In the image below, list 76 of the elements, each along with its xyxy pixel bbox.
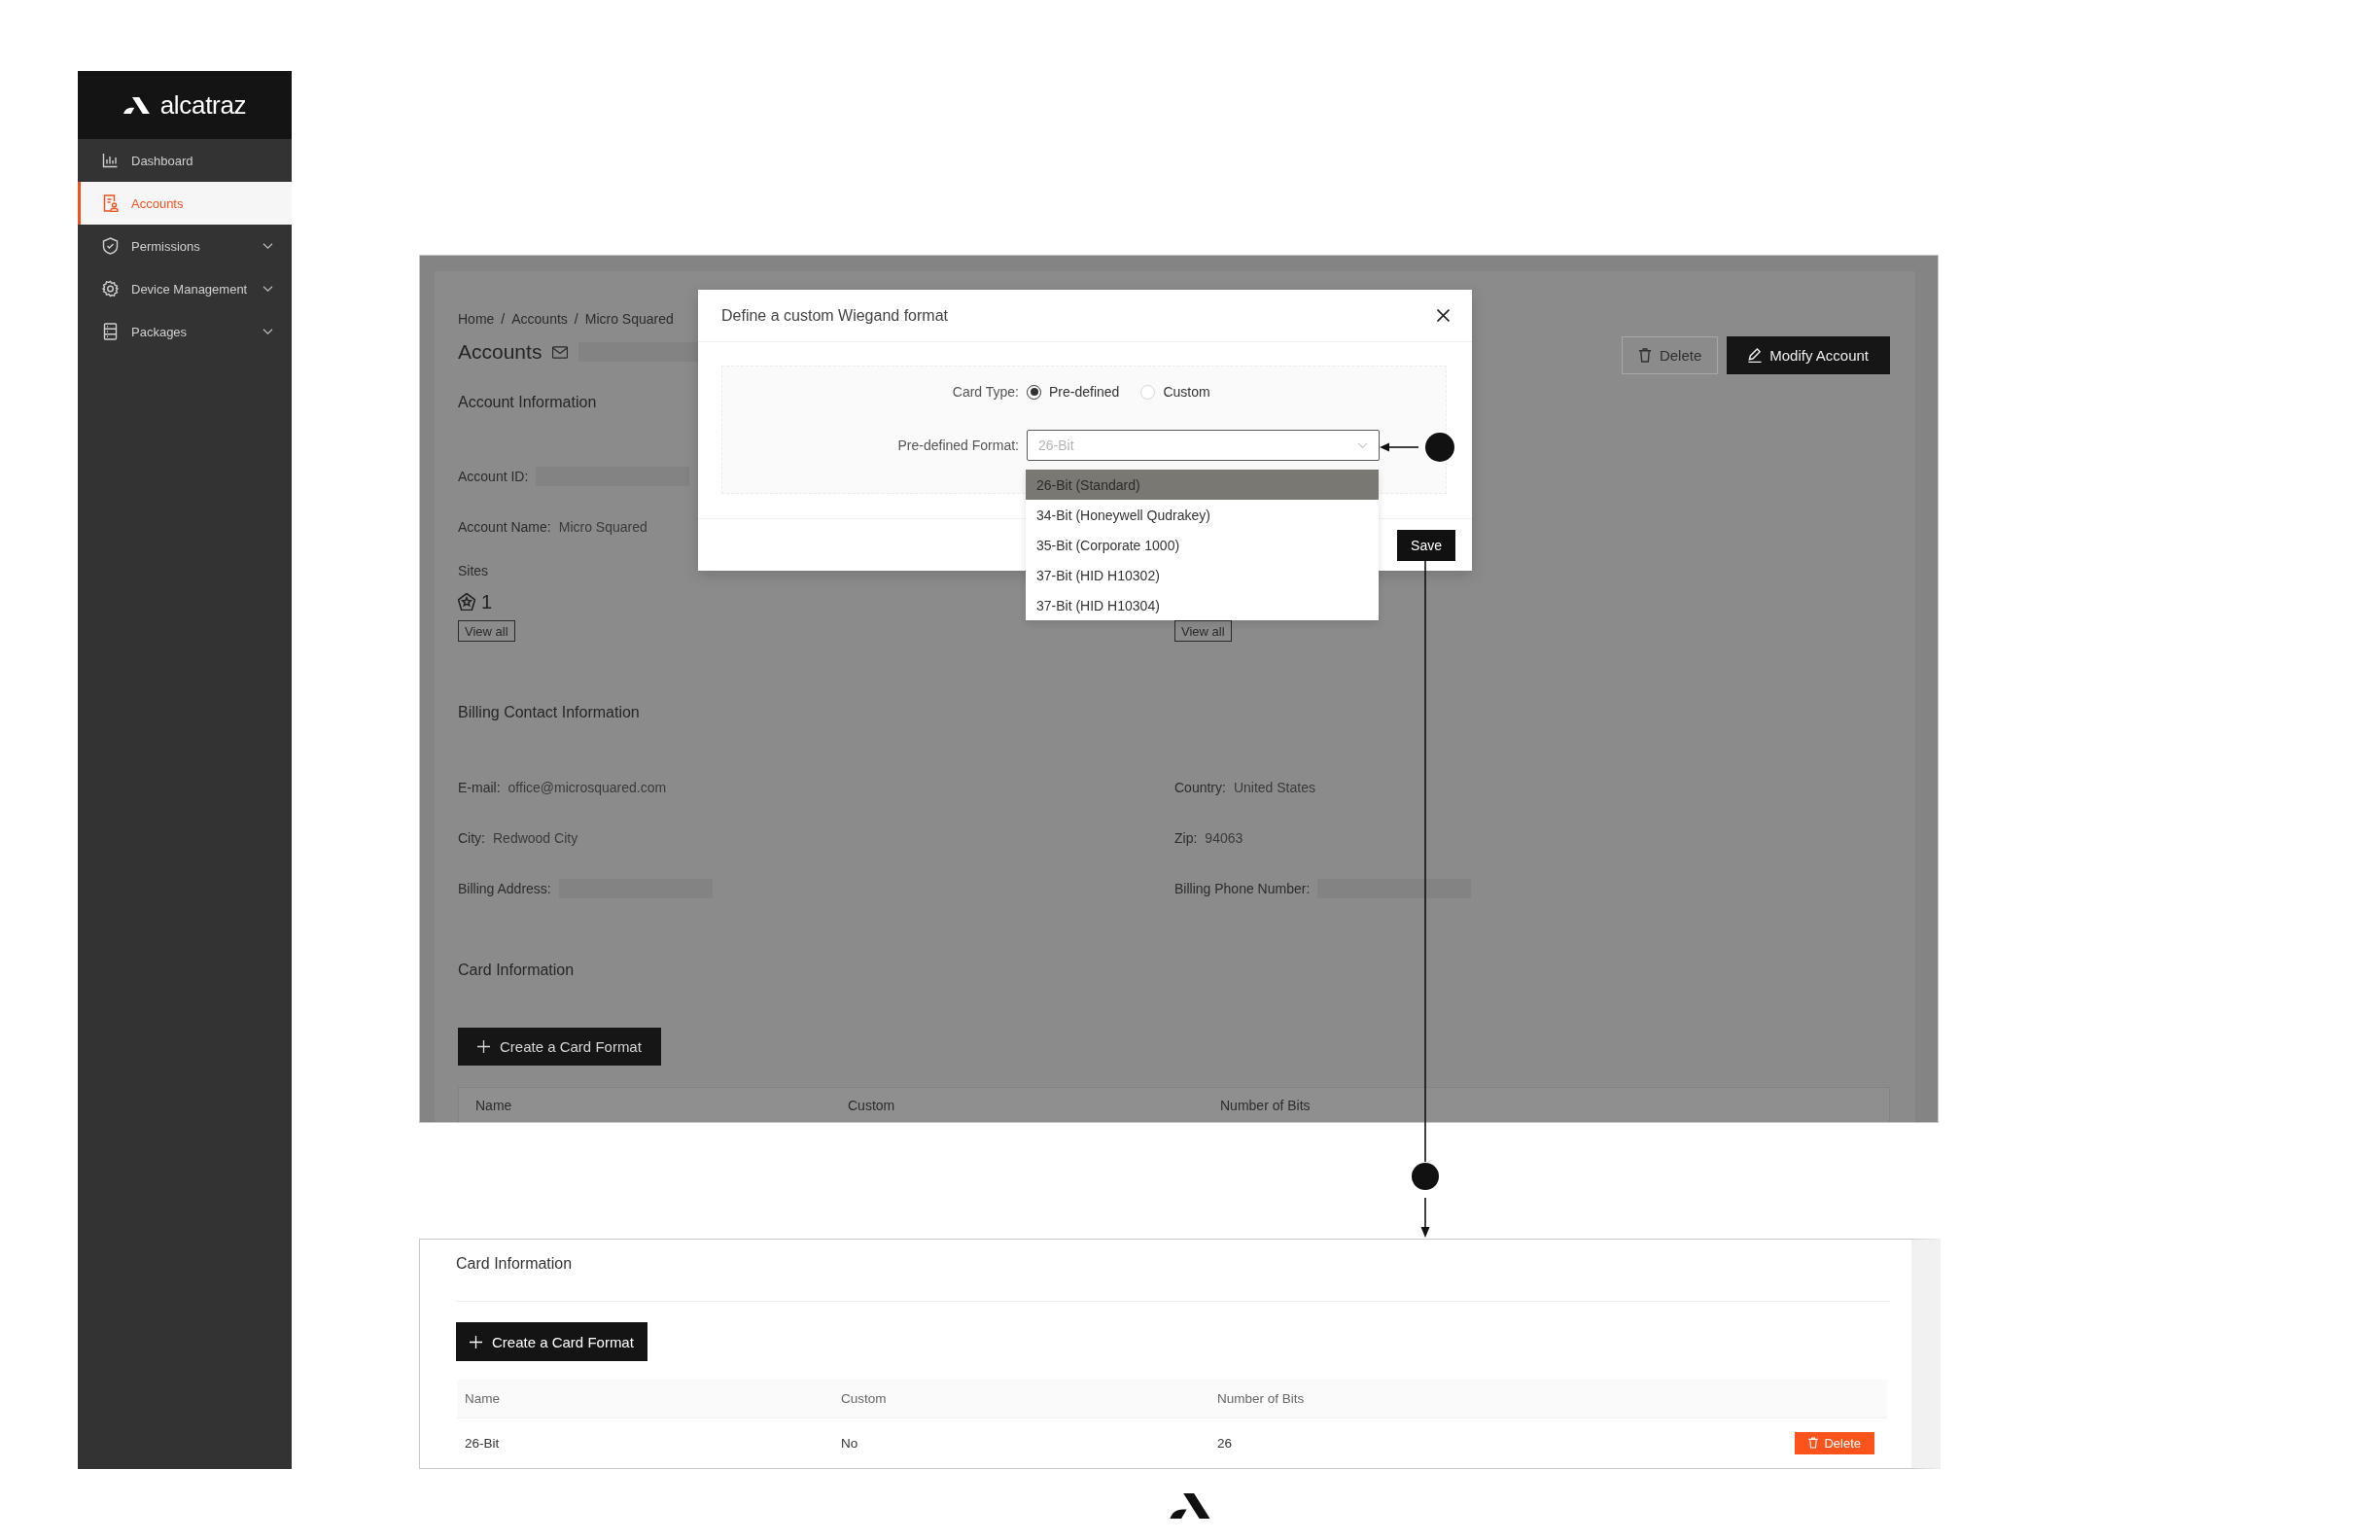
trash-icon: [1637, 348, 1652, 363]
shield-check-icon: [102, 237, 119, 255]
field-label: Account ID:: [458, 469, 529, 484]
dropdown-option[interactable]: 37-Bit (HID H10302): [1026, 560, 1379, 590]
field-label: Zip:: [1174, 830, 1198, 846]
dropdown-option[interactable]: 37-Bit (HID H10304): [1026, 590, 1379, 620]
page-title: Accounts: [458, 339, 542, 365]
field-label: Sites: [458, 562, 489, 580]
plus-icon: [477, 1040, 490, 1053]
dropdown-option[interactable]: 34-Bit (Honeywell Qudrakey): [1026, 500, 1379, 530]
field-label: Billing Address:: [458, 881, 551, 896]
field-label: Pre-defined Format:: [897, 438, 1019, 453]
field-label: Card Type:: [952, 384, 1019, 400]
table-cell: No: [841, 1435, 858, 1451]
column-header: Number of Bits: [1217, 1391, 1305, 1406]
section-heading: Card Information: [456, 1254, 573, 1274]
breadcrumb-link[interactable]: Home: [458, 308, 495, 330]
brand-name: alcatraz: [159, 90, 247, 120]
column-header: Number of Bits: [1220, 1098, 1311, 1113]
chevron-down-icon: [1357, 442, 1368, 448]
radio-option[interactable]: Pre-defined: [1027, 384, 1120, 400]
table-cell: 26-Bit: [465, 1435, 500, 1451]
breadcrumb-separator: /: [574, 310, 578, 329]
column-header: Custom: [841, 1391, 887, 1406]
table-cell: 26: [1217, 1435, 1233, 1451]
bar-chart-icon: [102, 152, 119, 169]
callout-dot-icon: [1425, 433, 1454, 462]
sidebar-item[interactable]: Device Management: [78, 267, 292, 310]
field-value: office@microsquared.com: [508, 780, 667, 795]
view-all-button[interactable]: View all: [1174, 620, 1232, 642]
field-label: E-mail:: [458, 780, 501, 795]
gear-icon: [102, 280, 119, 298]
section-heading: Account Information: [458, 393, 597, 412]
document-user-icon: [102, 194, 119, 212]
section-heading: Card Information: [458, 961, 575, 980]
server-icon: [102, 323, 119, 340]
field-value: Redwood City: [493, 830, 578, 846]
callout-arrow: [1420, 1197, 1430, 1238]
callout-dot-icon: [1412, 1163, 1439, 1190]
field-label: Account Name:: [458, 519, 551, 535]
dropdown-option[interactable]: 35-Bit (Corporate 1000): [1026, 530, 1379, 560]
field-value: Micro Squared: [558, 519, 648, 535]
pencil-icon: [1748, 348, 1763, 363]
breadcrumb-link[interactable]: Accounts: [511, 308, 568, 330]
modify-button[interactable]: Modify Account: [1727, 336, 1890, 374]
view-all-button[interactable]: View all: [458, 620, 515, 642]
brand-logo-icon: [122, 96, 150, 114]
trash-icon: [1808, 1437, 1819, 1449]
radio-option[interactable]: Custom: [1140, 384, 1210, 400]
callout-arrow: [1380, 442, 1419, 452]
create-card-format-button[interactable]: Create a Card Format: [456, 1322, 648, 1361]
radio-button[interactable]: [1027, 384, 1041, 400]
field-value: 94063: [1205, 830, 1243, 846]
create-card-format-button[interactable]: Create a Card Format: [458, 1028, 661, 1066]
section-heading: Billing Contact Information: [458, 703, 640, 722]
breadcrumb-link[interactable]: Micro Squared: [584, 308, 674, 330]
plus-icon: [470, 1335, 482, 1348]
field-label: Country:: [1174, 780, 1226, 795]
brand-logo-icon: [1169, 1493, 1211, 1519]
column-header: Name: [475, 1098, 512, 1113]
breadcrumb-separator: /: [501, 310, 506, 329]
field-label: City:: [458, 830, 485, 846]
sidebar-item[interactable]: Dashboard: [78, 139, 292, 182]
column-header: Custom: [848, 1098, 895, 1113]
site-count: 1: [481, 590, 493, 613]
mail-icon[interactable]: [552, 345, 569, 359]
modal-title: Define a custom Wiegand format: [721, 306, 948, 325]
field-label: Billing Phone Number:: [1174, 881, 1311, 896]
field-value: United States: [1233, 780, 1315, 795]
save-button[interactable]: Save: [1397, 529, 1455, 561]
delete-button[interactable]: Delete: [1621, 336, 1719, 374]
column-header: Name: [465, 1391, 500, 1406]
sidebar-item[interactable]: Permissions: [78, 225, 292, 267]
pentagon-star-icon: [458, 593, 475, 611]
close-icon[interactable]: [1437, 309, 1450, 322]
sidebar-item[interactable]: Packages: [78, 310, 292, 353]
